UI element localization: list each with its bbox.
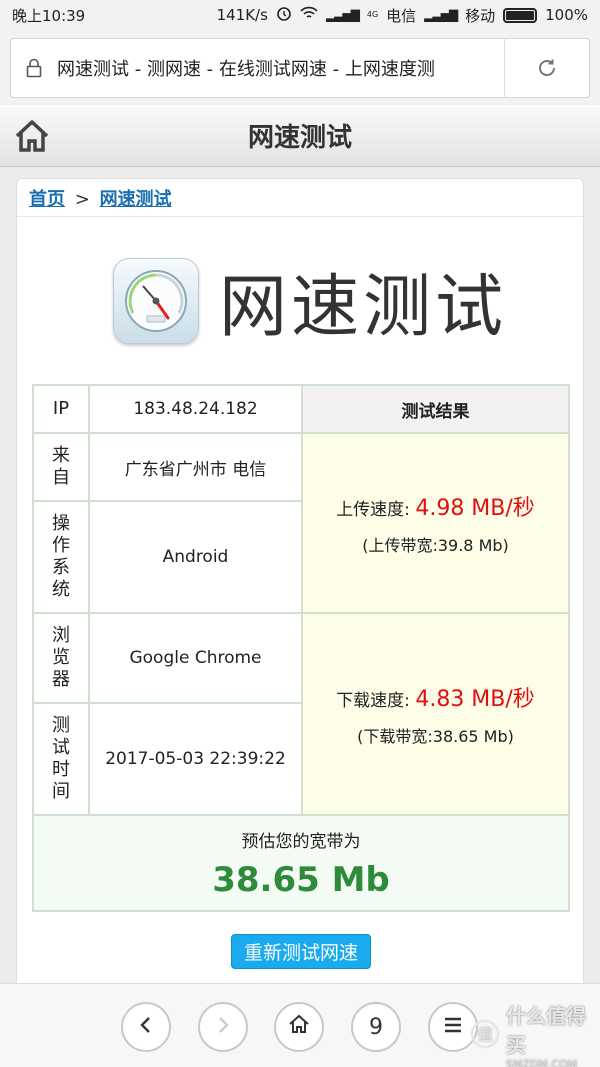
watermark-text: 什么值得买 bbox=[506, 1004, 586, 1057]
hamburger-icon bbox=[443, 1015, 463, 1040]
tab-count: 9 bbox=[369, 1014, 383, 1040]
network-tag: 4G bbox=[366, 10, 379, 19]
watermark-text-group: 什么值得买 SMZDM.COM bbox=[506, 1000, 600, 1067]
from-label-text: 来自 bbox=[52, 445, 70, 488]
speedometer-icon bbox=[113, 257, 199, 344]
carrier-2: 移动 bbox=[465, 6, 496, 25]
upload-line: 上传速度: 4.98 MB/秒 bbox=[303, 490, 568, 522]
alarm-icon bbox=[276, 5, 292, 25]
browser-bottom-bar: 9 值 什么值得买 SMZDM.COM bbox=[0, 983, 600, 1067]
hero: 网速测试 bbox=[113, 251, 507, 350]
home-icon[interactable] bbox=[14, 119, 50, 153]
download-result: 下载速度: 4.83 MB/秒 (下载带宽:38.65 Mb) bbox=[301, 612, 570, 816]
upload-label: 上传速度: bbox=[336, 500, 410, 520]
carrier-1: 电信 bbox=[386, 6, 417, 25]
chevron-left-icon bbox=[137, 1015, 155, 1040]
chevron-right-icon bbox=[214, 1015, 232, 1040]
from-label: 来自 bbox=[32, 432, 90, 502]
site-title: 网速测试 bbox=[247, 123, 352, 153]
os-label-text: 操作系统 bbox=[52, 513, 70, 600]
result-header: 测试结果 bbox=[301, 384, 570, 434]
status-time: 晚上10:39 bbox=[12, 6, 86, 25]
speed-result-table: IP 183.48.24.182 测试结果 来自 广东省广州市 电信 上传速度:… bbox=[32, 384, 570, 912]
tabs-button[interactable]: 9 bbox=[351, 1002, 401, 1052]
upload-bandwidth: (上传带宽:39.8 Mb) bbox=[362, 536, 509, 555]
retest-button[interactable]: 重新测试网速 bbox=[231, 934, 371, 969]
signal-icon-1: ▂▃▅▇ bbox=[325, 8, 360, 22]
table-row: 预估您的宽带为 38.65 Mb bbox=[32, 814, 570, 912]
os-value: Android bbox=[88, 500, 303, 614]
signal-icon-2: ▂▃▅▇ bbox=[424, 8, 458, 22]
download-label: 下载速度: bbox=[336, 691, 410, 711]
back-button[interactable] bbox=[121, 1002, 171, 1052]
net-speed: 141K/s bbox=[216, 6, 268, 24]
table-row: 来自 广东省广州市 电信 上传速度: 4.98 MB/秒 (上传带宽:39.8 … bbox=[32, 432, 570, 614]
breadcrumb-separator: > bbox=[74, 189, 90, 210]
upload-result: 上传速度: 4.98 MB/秒 (上传带宽:39.8 Mb) bbox=[301, 432, 570, 614]
lock-icon bbox=[11, 58, 57, 78]
watermark-logo-icon: 值 bbox=[470, 1019, 500, 1053]
bandwidth-estimate: 预估您的宽带为 38.65 Mb bbox=[32, 814, 570, 912]
battery-icon bbox=[503, 7, 538, 23]
table-row: 浏览器 Google Chrome 下载速度: 4.83 MB/秒 (下载带宽:… bbox=[32, 612, 570, 816]
time-label: 测试时间 bbox=[32, 702, 90, 816]
download-bandwidth: (下载带宽:38.65 Mb) bbox=[357, 727, 514, 746]
download-speed: 4.83 MB/秒 bbox=[415, 687, 535, 712]
home-outline-icon bbox=[288, 1013, 310, 1041]
status-icons: 141K/s ▂▃▅▇ 4G 电信 ▂▃▅▇ 移动 100% bbox=[217, 5, 588, 26]
time-label-text: 测试时间 bbox=[52, 715, 70, 802]
estimate-value: 38.65 Mb bbox=[212, 859, 390, 900]
browser-label: 浏览器 bbox=[32, 612, 90, 704]
hero-title: 网速测试 bbox=[219, 268, 508, 347]
ip-label: IP bbox=[32, 384, 90, 434]
breadcrumb: 首页 > 网速测试 bbox=[17, 179, 583, 217]
home-button[interactable] bbox=[274, 1002, 324, 1052]
wifi-icon bbox=[300, 6, 318, 24]
breadcrumb-home-link[interactable]: 首页 bbox=[29, 189, 65, 210]
browser-value: Google Chrome bbox=[88, 612, 303, 704]
content-card: 首页 > 网速测试 网速测试 IP 183.48.24.182 测试结果 来自 bbox=[16, 178, 584, 998]
svg-text:值: 值 bbox=[477, 1025, 493, 1044]
watermark: 值 什么值得买 SMZDM.COM bbox=[470, 1000, 600, 1067]
reload-icon[interactable] bbox=[505, 56, 589, 80]
ip-value: 183.48.24.182 bbox=[88, 384, 303, 434]
url-text[interactable]: 网速测试 - 测网速 - 在线测试网速 - 上网速度测 bbox=[57, 55, 496, 81]
site-header: 网速测试 bbox=[0, 105, 600, 167]
battery-level: 100% bbox=[545, 6, 588, 24]
browser-label-text: 浏览器 bbox=[52, 625, 70, 690]
table-row: IP 183.48.24.182 测试结果 bbox=[32, 384, 570, 434]
download-line: 下载速度: 4.83 MB/秒 bbox=[303, 681, 568, 713]
watermark-sub: SMZDM.COM bbox=[506, 1058, 578, 1067]
from-value: 广东省广州市 电信 bbox=[88, 432, 303, 502]
breadcrumb-current-link[interactable]: 网速测试 bbox=[100, 189, 172, 210]
status-bar: 晚上10:39 141K/s ▂▃▅▇ 4G 电信 ▂▃▅▇ 移动 100% bbox=[0, 0, 600, 30]
time-value: 2017-05-03 22:39:22 bbox=[88, 702, 303, 816]
address-bar[interactable]: 网速测试 - 测网速 - 在线测试网速 - 上网速度测 bbox=[10, 38, 590, 98]
forward-button[interactable] bbox=[198, 1002, 248, 1052]
estimate-label: 预估您的宽带为 bbox=[241, 831, 361, 852]
os-label: 操作系统 bbox=[32, 500, 90, 614]
upload-speed: 4.98 MB/秒 bbox=[415, 496, 535, 521]
